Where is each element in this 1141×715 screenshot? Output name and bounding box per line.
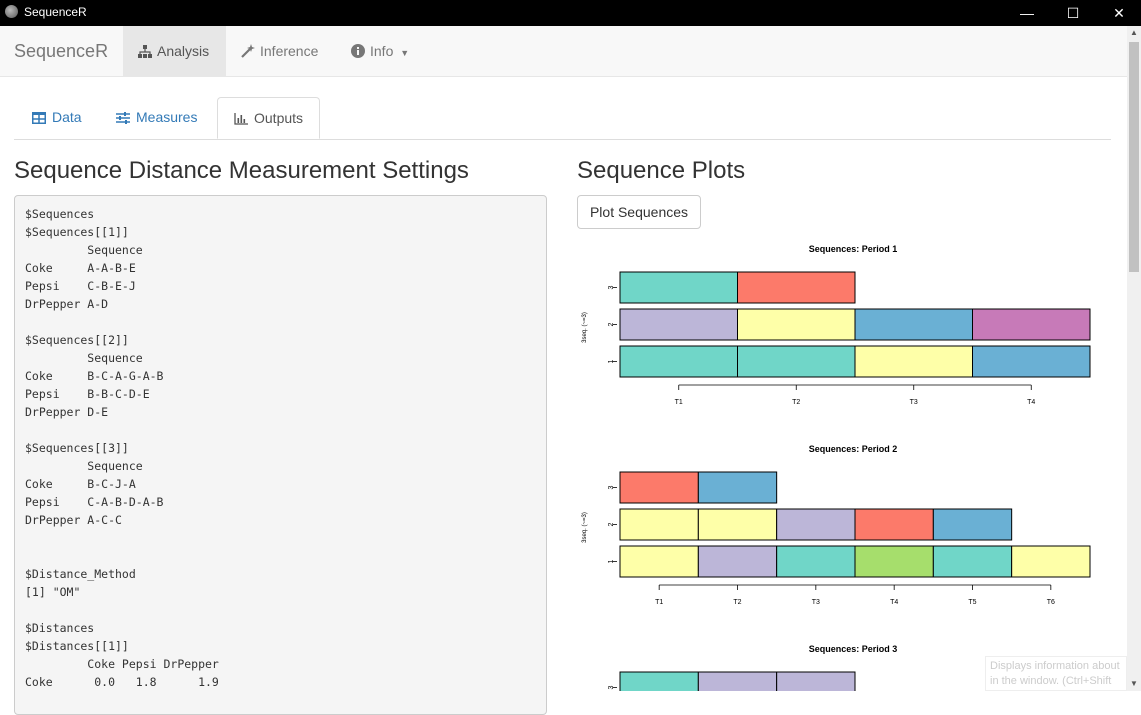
sitemap-icon (138, 45, 152, 58)
app-globe-icon (5, 5, 18, 18)
x-tick-label: T3 (910, 399, 918, 406)
x-tick-label: T4 (1027, 399, 1035, 406)
table-icon (32, 112, 46, 124)
plot-title: Sequences: Period 3 (809, 644, 898, 654)
window-title: SequenceR (24, 5, 87, 19)
x-tick-label: T2 (792, 399, 800, 406)
sequence-cell (619, 508, 699, 541)
x-tick-label: T3 (812, 599, 820, 606)
bar-chart-icon (234, 113, 248, 125)
tooltip-line-2: in the window. (Ctrl+Shift (990, 675, 1112, 687)
sequence-cell (697, 471, 778, 504)
y-axis-label: 3seq. (~=3) (582, 312, 588, 343)
nav-analysis[interactable]: Analysis (123, 26, 226, 76)
sequence-cell (776, 671, 856, 691)
sequence-cell (619, 471, 699, 504)
settings-heading: Sequence Distance Measurement Settings (14, 157, 469, 184)
nav-inference-label: Inference (260, 43, 319, 59)
sequence-cell (854, 545, 934, 578)
tooltip-line-1: Displays information about (990, 660, 1120, 672)
scroll-up-arrow-icon[interactable]: ▲ (1127, 26, 1141, 40)
sequence-plots-svg: Sequences: Period 13213seq. (~=3)T1 T2 T3 T… (582, 244, 1091, 691)
x-tick-label: T1 (655, 599, 663, 606)
sequence-plots-area: Sequences: Period 1 3 2 1 3seq. (~=3) T1 T2 T3 T… (577, 237, 1125, 691)
sequence-cell (737, 308, 856, 341)
y-axis-label: 3seq. (~=3) (582, 512, 588, 543)
sequence-cell (1011, 545, 1091, 578)
caret-down-icon: ▼ (400, 48, 410, 58)
scroll-thumb[interactable] (1129, 42, 1139, 272)
sliders-icon (116, 112, 130, 124)
sequence-cell (854, 308, 973, 341)
sequence-cell (619, 271, 738, 304)
navbar: SequenceR Analysis Inference Info ▼ (0, 26, 1127, 77)
sequence-cell (697, 545, 778, 578)
sequence-cell (932, 545, 1013, 578)
sequence-cell (697, 671, 778, 691)
sequence-cell (972, 308, 1091, 341)
page-scrollbar[interactable]: ▲ ▼ (1127, 26, 1141, 691)
nav-info-label: Info (370, 43, 394, 59)
plot-title: Sequences: Period 2 (809, 444, 898, 454)
nav-inference[interactable]: Inference (226, 26, 333, 76)
x-tick-label: T4 (890, 599, 898, 606)
sequence-cell (619, 308, 738, 341)
x-tick-label: T6 (1047, 599, 1055, 606)
minimize-button[interactable]: — (1004, 0, 1050, 26)
scroll-down-arrow-icon[interactable]: ▼ (1127, 677, 1141, 691)
window-titlebar: SequenceR — ☐ ✕ (0, 0, 1141, 26)
sequence-cell (776, 508, 856, 541)
sequence-cell (932, 508, 1013, 541)
status-tooltip: Displays information about in the window… (985, 656, 1127, 691)
sequence-cell (697, 508, 778, 541)
navbar-brand[interactable]: SequenceR (14, 41, 108, 62)
settings-output: $Sequences $Sequences[[1]] Sequence Coke… (14, 195, 547, 715)
tab-data-label: Data (52, 109, 82, 125)
sequence-cell (972, 345, 1091, 378)
nav-analysis-label: Analysis (157, 43, 210, 59)
tab-measures[interactable]: Measures (100, 97, 213, 138)
close-button[interactable]: ✕ (1096, 0, 1141, 26)
tab-outputs-label: Outputs (254, 110, 304, 126)
sequence-cell (619, 671, 699, 691)
tab-measures-label: Measures (136, 109, 198, 125)
plot-sequences-button[interactable]: Plot Sequences (577, 195, 701, 229)
sequence-cell (619, 545, 699, 578)
sequence-cell (854, 345, 973, 378)
sequence-cell (854, 508, 934, 541)
x-tick-label: T1 (675, 399, 683, 406)
sequence-cell (737, 345, 856, 378)
maximize-button[interactable]: ☐ (1050, 0, 1096, 26)
sequence-cell (619, 345, 738, 378)
nav-info-dropdown[interactable]: Info ▼ (336, 26, 424, 76)
tab-data[interactable]: Data (16, 97, 98, 138)
tabset: Data Measures Outputs (14, 97, 1111, 140)
sequence-cell (776, 545, 856, 578)
magic-wand-icon (241, 44, 255, 58)
x-tick-label: T2 (733, 599, 741, 606)
info-circle-icon (351, 44, 365, 58)
plots-heading: Sequence Plots (577, 157, 746, 184)
tab-outputs[interactable]: Outputs (217, 97, 321, 139)
plot-title: Sequences: Period 1 (809, 244, 898, 254)
x-tick-label: T5 (968, 599, 976, 606)
sequence-cell (737, 271, 856, 304)
